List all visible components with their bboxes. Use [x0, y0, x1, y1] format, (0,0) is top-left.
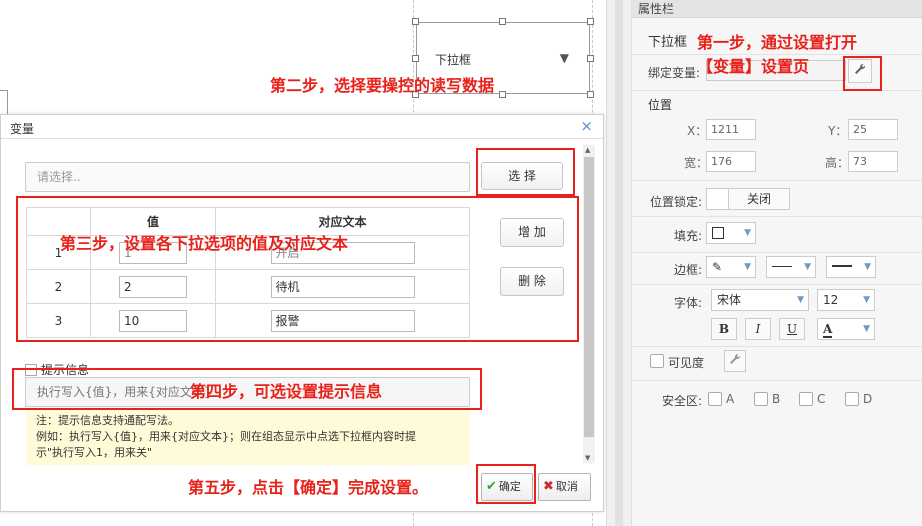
- position-lock-label: 位置锁定:: [650, 195, 703, 209]
- scrollbar-thumb[interactable]: [584, 157, 594, 437]
- note-line: 注：提示信息支持通配写法。: [36, 414, 179, 427]
- font-color-icon: A: [823, 322, 833, 338]
- widget-type-label: 下拉框: [648, 35, 688, 50]
- annotation-step1-line2: 【变量】设置页: [697, 57, 810, 76]
- visibility-settings-button[interactable]: [724, 350, 746, 372]
- variable-select-field[interactable]: 请选择..: [25, 162, 470, 192]
- chevron-down-icon: ▼: [797, 295, 804, 305]
- font-family-select[interactable]: 宋体 ▼: [711, 289, 809, 311]
- font-label: 字体:: [674, 296, 703, 310]
- fill-color-picker[interactable]: ▼: [706, 222, 756, 244]
- property-panel-header: 属性栏: [632, 0, 922, 18]
- pen-icon: ✎: [712, 260, 723, 274]
- x-input[interactable]: 1211: [706, 119, 756, 140]
- safezone-b-label: B: [772, 392, 781, 406]
- border-color-picker[interactable]: ✎ ▼: [706, 256, 756, 278]
- annotation-box-step5: [476, 464, 536, 504]
- safezone-d-checkbox[interactable]: [845, 392, 859, 406]
- chevron-down-icon: ▼: [863, 324, 870, 334]
- chevron-down-icon: ▼: [744, 262, 751, 272]
- annotation-step3: 第三步，设置各下拉选项的值及对应文本: [60, 234, 349, 253]
- chevron-down-icon: ▼: [863, 295, 870, 305]
- safezone-c-checkbox[interactable]: [799, 392, 813, 406]
- annotation-box-step1: [843, 56, 882, 91]
- chevron-down-icon: ▼: [804, 262, 811, 272]
- wrench-icon: [730, 353, 741, 364]
- chevron-down-icon: ▼: [744, 228, 751, 238]
- tip-note: 注：提示信息支持通配写法。 例如：执行写入{值}，用来{对应文本}；则在组态显示…: [26, 409, 470, 465]
- visibility-checkbox[interactable]: [650, 354, 664, 368]
- width-input[interactable]: 176: [706, 151, 756, 172]
- x-label: X：: [687, 124, 708, 138]
- cross-icon: ✖: [543, 479, 554, 494]
- resize-handle[interactable]: [587, 91, 594, 98]
- resize-handle[interactable]: [499, 91, 506, 98]
- position-lock-toggle[interactable]: 关闭: [706, 188, 790, 210]
- annotation-step2: 第二步，选择要操控的读写数据: [270, 76, 495, 95]
- scroll-up-icon[interactable]: ▲: [585, 146, 590, 154]
- height-input[interactable]: 73: [848, 151, 898, 172]
- cancel-button[interactable]: ✖ 取消: [538, 473, 591, 501]
- annotation-box-step2: [476, 148, 575, 196]
- line-width-icon: [832, 265, 852, 267]
- border-label: 边框:: [674, 263, 703, 277]
- resize-handle[interactable]: [499, 18, 506, 25]
- note-line: 示"执行写入1，用来关": [36, 446, 153, 459]
- font-size-value: 12: [823, 293, 839, 307]
- safezone-b-checkbox[interactable]: [754, 392, 768, 406]
- fill-label: 填充:: [674, 229, 703, 243]
- annotation-step4: 第四步，可选设置提示信息: [190, 382, 383, 401]
- font-size-select[interactable]: 12 ▼: [817, 289, 875, 311]
- canvas-scrollbar[interactable]: [606, 0, 632, 526]
- y-input[interactable]: 25: [848, 119, 898, 140]
- position-lock-value: 关闭: [746, 192, 771, 206]
- border-style-select[interactable]: ▼: [766, 256, 816, 278]
- resize-handle[interactable]: [412, 55, 419, 62]
- cancel-label: 取消: [555, 480, 578, 493]
- resize-handle[interactable]: [587, 55, 594, 62]
- italic-button[interactable]: I: [745, 318, 771, 340]
- chevron-down-icon: ▼: [559, 51, 569, 65]
- scroll-down-icon[interactable]: ▼: [585, 454, 590, 462]
- safezone-label: 安全区:: [662, 394, 703, 408]
- resize-handle[interactable]: [412, 18, 419, 25]
- y-label: Y：: [828, 124, 848, 138]
- font-color-picker[interactable]: A ▼: [817, 318, 875, 340]
- underline-button[interactable]: U: [779, 318, 805, 340]
- safezone-c-label: C: [817, 392, 826, 406]
- annotation-step1-line1: 第一步，通过设置打开: [697, 33, 858, 52]
- width-label: 宽：: [684, 156, 709, 170]
- height-label: 高：: [825, 156, 850, 170]
- close-icon[interactable]: ×: [580, 117, 593, 135]
- dialog-scrollbar[interactable]: ▲ ▼: [583, 145, 595, 463]
- annotation-box-step3: [16, 196, 579, 342]
- safezone-d-label: D: [863, 392, 873, 406]
- dropdown-widget-label: 下拉框: [435, 53, 472, 67]
- border-width-select[interactable]: ▼: [826, 256, 876, 278]
- safezone-a-label: A: [726, 392, 735, 406]
- position-title: 位置: [648, 98, 673, 112]
- visibility-label: 可见度: [668, 356, 705, 370]
- dialog-titlebar[interactable]: 变量 ×: [1, 115, 603, 139]
- scrollbar-thumb[interactable]: [615, 0, 623, 526]
- safezone-a-checkbox[interactable]: [708, 392, 722, 406]
- fill-swatch-icon: [712, 227, 724, 239]
- line-style-icon: [772, 266, 792, 267]
- note-line: 例如：执行写入{值}，用来{对应文本}；则在组态显示中点选下拉框内容时提: [36, 430, 416, 443]
- bold-button[interactable]: B: [711, 318, 737, 340]
- resize-handle[interactable]: [587, 18, 594, 25]
- dialog-title: 变量: [10, 122, 35, 136]
- annotation-step5: 第五步，点击【确定】完成设置。: [188, 478, 429, 497]
- chevron-down-icon: ▼: [864, 262, 871, 272]
- font-family-value: 宋体: [717, 293, 742, 307]
- bind-variable-label: 绑定变量:: [648, 66, 701, 80]
